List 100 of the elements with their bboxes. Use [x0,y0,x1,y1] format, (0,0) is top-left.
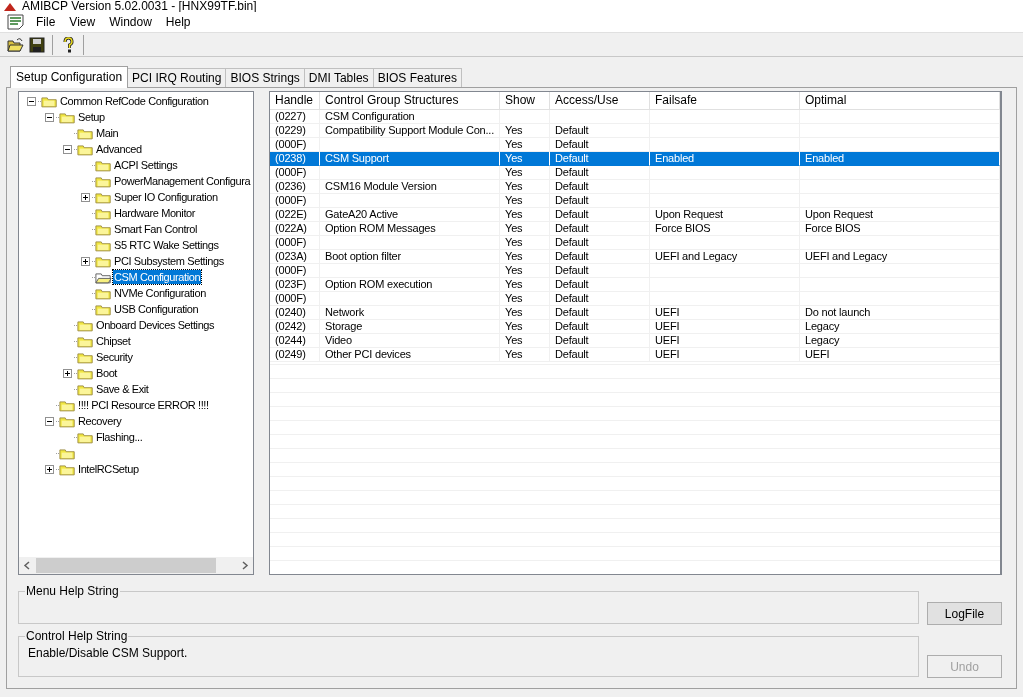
help-text: Enable/Disable CSM Support. [28,646,188,660]
tree-item[interactable]: PCI Subsystem Settings [113,254,225,268]
table-cell-text: (000F) [274,194,308,207]
menu-item[interactable]: View [62,12,103,33]
expand-icon[interactable] [80,192,90,202]
table-row[interactable]: (022A) Option ROM Messages Yes Default Force BIOS Force BIOS [270,222,1000,236]
table-row[interactable]: (0249) Other PCI devices Yes Default UEFI UEFI [270,348,1000,362]
column-header[interactable]: Failsafe [650,92,800,110]
table-cell-text: (0240) [274,306,307,319]
window-title: AMIBCP Version 5.02.0031 - [HNX99TF.bin] [22,0,257,12]
menu-item[interactable]: File [29,12,63,33]
expand-icon[interactable] [80,256,90,266]
table-cell-text: Yes [504,278,524,291]
tab[interactable]: BIOS Strings [225,68,305,87]
tree-item[interactable]: Chipset [95,334,132,348]
expand-icon[interactable] [62,368,72,378]
scroll-thumb[interactable] [36,558,216,573]
tree-item[interactable]: PowerManagement Configura [113,174,252,188]
table-cell-text: UEFI [654,306,681,319]
tree-item[interactable]: Boot [95,366,119,380]
table-cell-text: Video [324,334,353,347]
tree-item[interactable]: Save & Exit [95,382,150,396]
table-row[interactable]: (022E) GateA20 Active Yes Default Upon Request Upon Request [270,208,1000,222]
table-row[interactable]: (023A) Boot option filter Yes Default UEFI and Legacy UEFI and Legacy [270,250,1000,264]
table-cell-text: Other PCI devices [324,348,412,361]
column-header[interactable]: Handle [270,92,320,110]
table-row[interactable]: (023F) Option ROM execution Yes Default [270,278,1000,292]
table-cell-text: (0238) [274,152,307,165]
tree-item[interactable]: Setup [77,110,106,124]
folder-icon [95,190,112,204]
collapse-icon[interactable] [62,144,72,154]
folder-icon [77,334,94,348]
table-row[interactable]: (000F) Yes Default [270,194,1000,208]
tree-item[interactable]: Recovery [77,414,123,428]
tree-item[interactable]: USB Configuration [113,302,200,316]
tab[interactable]: PCI IRQ Routing [127,68,227,87]
column-header[interactable]: Show [500,92,550,110]
tree-item[interactable]: Onboard Devices Settings [95,318,216,332]
table-row[interactable]: (0238) CSM Support Yes Default Enabled Enabled [270,152,1000,166]
table-row[interactable]: (000F) Yes Default [270,236,1000,250]
table-row[interactable]: (000F) Yes Default [270,166,1000,180]
tree-item[interactable]: Common RefCode Configuration [59,94,210,108]
table-cell-text: (000F) [274,166,308,179]
tree-item[interactable]: Smart Fan Control [113,222,199,236]
collapse-icon[interactable] [26,96,36,106]
table-row[interactable]: (000F) Yes Default [270,264,1000,278]
tree-item[interactable]: S5 RTC Wake Settings [113,238,220,252]
table-row[interactable]: (0229) Compatibility Support Module Con... Yes Default [270,124,1000,138]
table-cell-text: Default [554,306,590,319]
table-cell-text: UEFI [654,334,681,347]
folder-icon [77,142,94,156]
table-cell-text: (000F) [274,236,308,249]
tree-item[interactable]: Flashing... [95,430,144,444]
collapse-icon[interactable] [44,416,54,426]
table-cell-text: Yes [504,236,524,249]
table-row[interactable]: (0244) Video Yes Default UEFI Legacy [270,334,1000,348]
tree-item[interactable]: Hardware Monitor [113,206,197,220]
table-cell-text: Yes [504,306,524,319]
table-cell-text: UEFI [654,320,681,333]
table-row[interactable]: (000F) Yes Default [270,292,1000,306]
tab[interactable]: Setup Configuration [10,66,129,88]
open-folder-icon [95,270,112,284]
table-cell-text: Default [554,264,590,277]
horizontal-scrollbar[interactable] [19,557,253,574]
table-row[interactable]: (0242) Storage Yes Default UEFI Legacy [270,320,1000,334]
tree-item[interactable]: NVMe Configuration [113,286,207,300]
tree-item[interactable]: ACPI Settings [113,158,179,172]
folder-icon [59,398,76,412]
column-header[interactable]: Access/Use [550,92,650,110]
folder-icon [95,286,112,300]
column-header[interactable]: Control Group Structures [320,92,500,110]
table-cell-text: Default [554,236,590,249]
tab[interactable]: BIOS Features [372,68,462,87]
tree-item[interactable]: CSM Configuration [113,270,202,284]
collapse-icon[interactable] [44,112,54,122]
group-title: Control Help String [25,629,129,643]
table-row[interactable]: (0236) CSM16 Module Version Yes Default [270,180,1000,194]
tree-item[interactable]: Security [95,350,134,364]
menu-item[interactable]: Help [158,12,198,33]
tree-item[interactable]: IntelRCSetup [77,462,140,476]
table-row[interactable]: (000F) Yes Default [270,138,1000,152]
folder-icon [95,222,112,236]
table-row[interactable]: (0227) CSM Configuration [270,110,1000,124]
table-cell-text: Enabled [654,152,695,165]
table-cell-text: UEFI and Legacy [804,250,888,263]
table-cell-text: Legacy [804,320,841,333]
column-header[interactable]: Optimal [800,92,1000,110]
table-cell-text: (0244) [274,334,307,347]
tree-item[interactable]: Advanced [95,142,143,156]
tree-item[interactable]: Main [95,126,120,140]
tree-item[interactable]: !!!! PCI Resource ERROR !!!! [77,398,210,412]
table-row[interactable]: (0240) Network Yes Default UEFI Do not launch [270,306,1000,320]
expand-icon[interactable] [44,464,54,474]
dialog-button[interactable]: LogFile [927,602,1002,625]
folder-icon [95,238,112,252]
table-cell-text: (022E) [274,208,308,221]
menu-item[interactable]: Window [102,12,159,33]
tree-item[interactable]: Super IO Configuration [113,190,219,204]
group-title: Menu Help String [25,584,120,598]
table-cell-text: (0229) [274,124,307,137]
